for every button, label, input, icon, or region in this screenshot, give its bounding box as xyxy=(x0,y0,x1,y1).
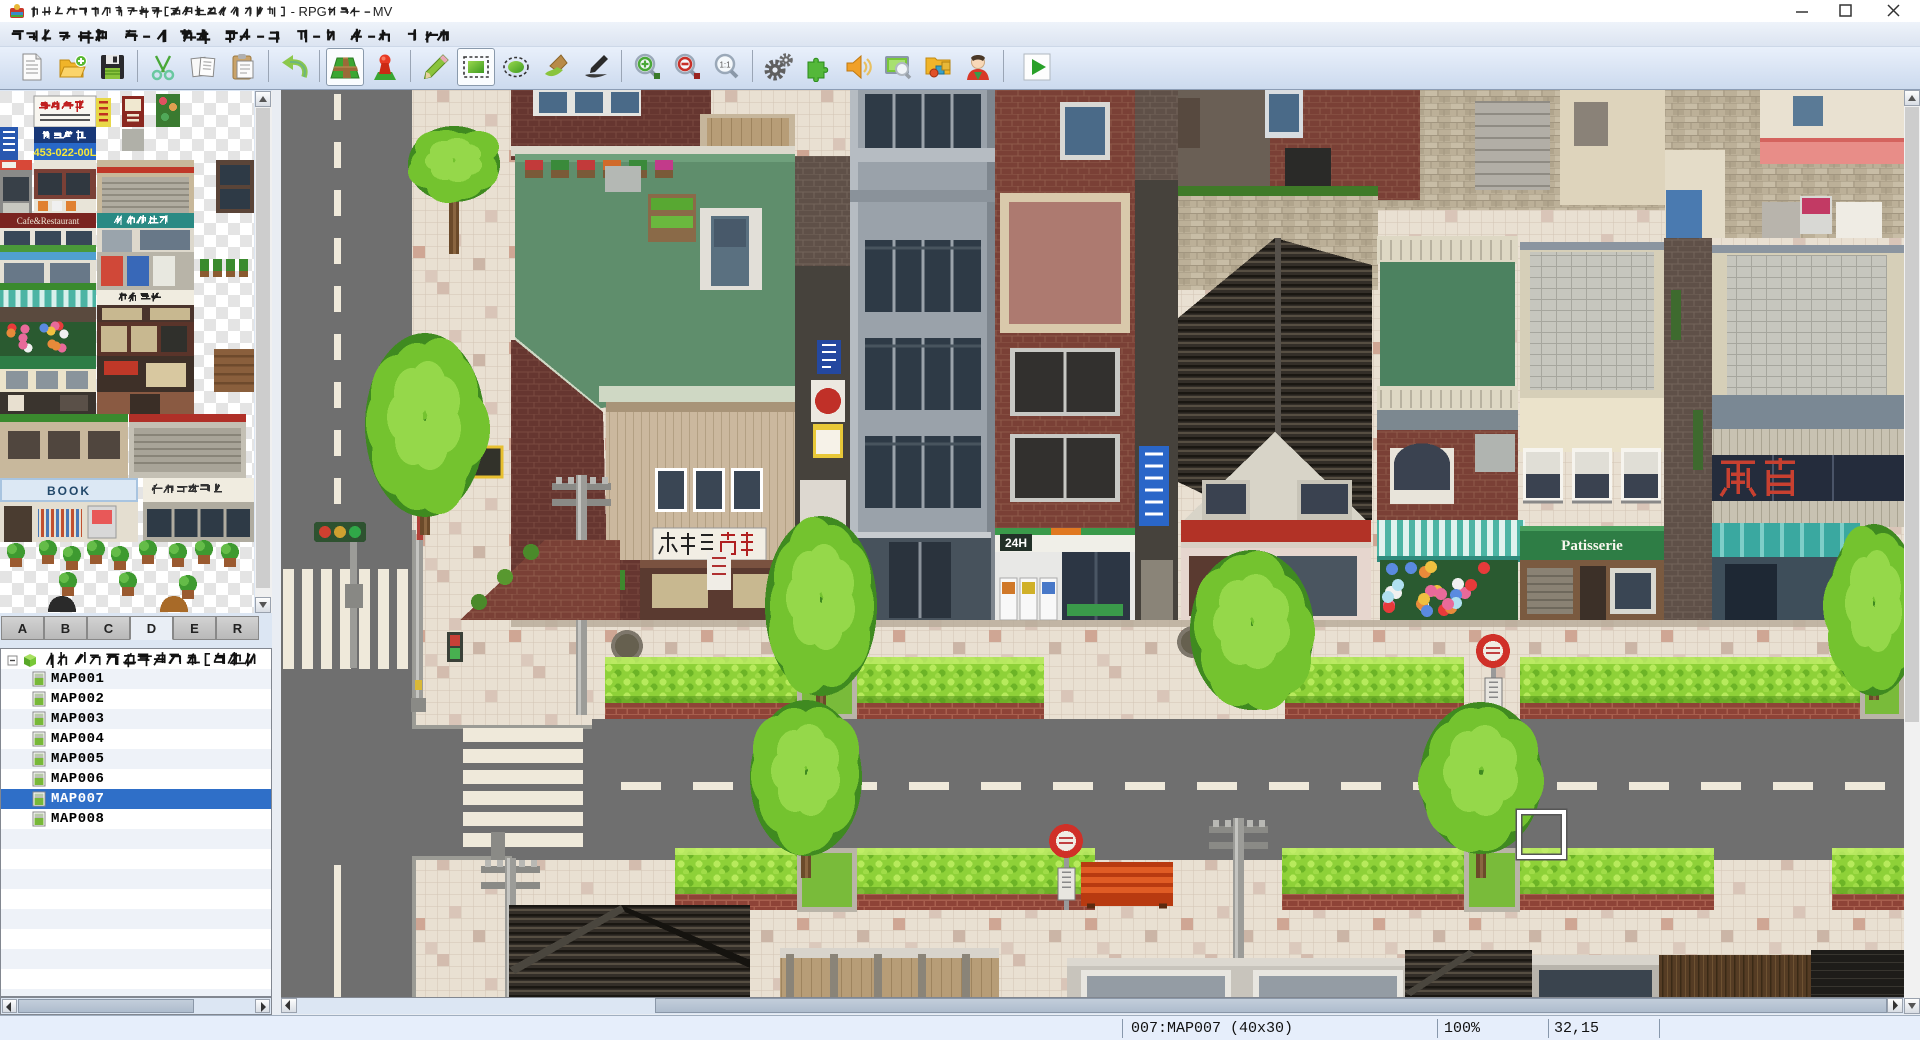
svg-text:1:1: 1:1 xyxy=(720,61,732,70)
svg-text:BOOK: BOOK xyxy=(47,484,91,498)
svg-text:453-022-00L: 453-022-00L xyxy=(34,147,97,159)
svg-text:24H: 24H xyxy=(1005,536,1027,550)
svg-text:Patisserie: Patisserie xyxy=(1561,538,1623,554)
svg-text:Cafe&Restaurant: Cafe&Restaurant xyxy=(17,216,80,226)
